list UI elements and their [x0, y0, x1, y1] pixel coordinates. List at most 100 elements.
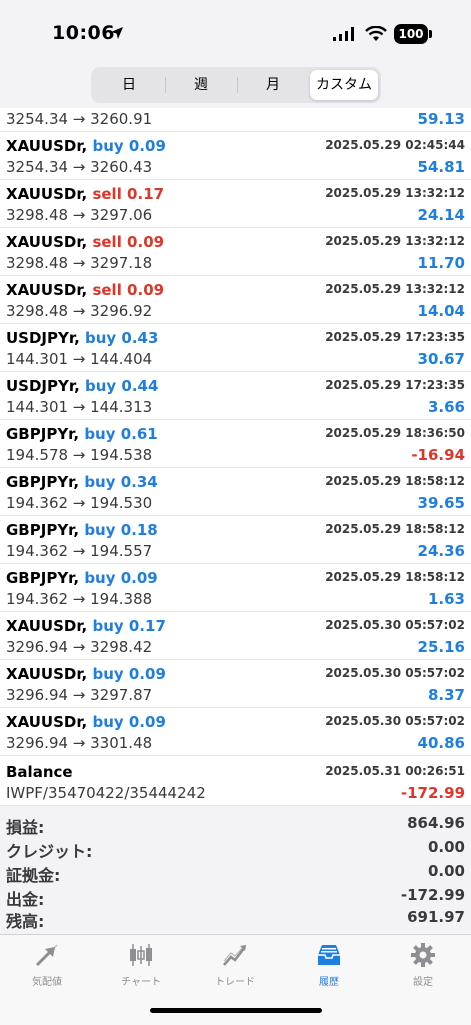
timestamp: 2025.05.29 18:36:50 — [325, 426, 465, 440]
profit-value: -16.94 — [411, 446, 465, 464]
side-label: buy 0.61 — [84, 425, 158, 443]
price-range: 194.362 → 194.388 — [6, 590, 153, 608]
profit-value: 39.65 — [417, 494, 465, 512]
list-item[interactable]: GBPJPYr, buy 0.61 2025.05.29 18:36:50 19… — [0, 420, 471, 468]
balance-label: Balance — [6, 763, 73, 781]
symbol-label: GBPJPYr, buy 0.61 — [6, 425, 158, 443]
side-label: buy 0.34 — [84, 473, 158, 491]
summary-label: 残高: — [6, 912, 45, 931]
profit-value: 14.04 — [417, 302, 465, 320]
side-label: buy 0.09 — [92, 137, 166, 155]
symbol-label: GBPJPYr, buy 0.09 — [6, 569, 158, 587]
timestamp: 2025.05.29 02:45:44 — [325, 138, 465, 152]
timestamp: 2025.05.29 13:32:12 — [325, 186, 465, 200]
symbol-label: GBPJPYr, buy 0.18 — [6, 521, 158, 539]
segment-custom[interactable]: カスタム — [310, 70, 378, 100]
list-item[interactable]: GBPJPYr, buy 0.18 2025.05.29 18:58:12 19… — [0, 516, 471, 564]
list-item[interactable]: XAUUSDr, buy 0.09 2025.05.30 05:57:02 32… — [0, 660, 471, 708]
price-range: 3254.34 → 3260.43 — [6, 158, 153, 176]
tab-quotes[interactable]: 気配値 — [0, 941, 94, 995]
profit-value: 3.66 — [427, 398, 465, 416]
timestamp: 2025.05.29 17:23:35 — [325, 330, 465, 344]
location-arrow-icon — [111, 27, 123, 39]
summary-label: 出金: — [6, 890, 45, 909]
quotes-icon — [35, 944, 58, 967]
side-label: buy 0.09 — [84, 569, 158, 587]
tab-label: 設定 — [413, 977, 433, 988]
summary-value: 0.00 — [427, 838, 465, 856]
list-item[interactable]: XAUUSDr, sell 0.09 2025.05.29 13:32:12 3… — [0, 276, 471, 324]
summary-label: クレジット: — [6, 842, 93, 861]
profit-value: 54.81 — [417, 158, 465, 176]
price-range: 3296.94 → 3301.48 — [6, 734, 153, 752]
list-item[interactable]: XAUUSDr, buy 0.09 2025.05.30 05:57:02 32… — [0, 708, 471, 756]
timestamp: 2025.05.29 17:23:35 — [325, 378, 465, 392]
side-label: buy 0.44 — [85, 377, 159, 395]
profit-value: 24.36 — [417, 542, 465, 560]
summary-value: 864.96 — [407, 814, 465, 832]
status-time: 10:06 — [52, 22, 115, 44]
list-item[interactable]: XAUUSDr, sell 0.09 2025.05.29 13:32:12 3… — [0, 228, 471, 276]
period-segmented-control: 日 週 月 カスタム — [91, 67, 381, 103]
status-bar: 10:06 100 — [0, 0, 471, 58]
list-item[interactable]: GBPJPYr, buy 0.09 2025.05.29 18:58:12 19… — [0, 564, 471, 612]
list-item[interactable]: XAUUSDr, buy 0.09 2025.05.29 02:45:44 32… — [0, 132, 471, 180]
chart-icon — [130, 944, 152, 966]
profit-value: 24.14 — [417, 206, 465, 224]
segment-month[interactable]: 月 — [238, 70, 308, 100]
tab-settings[interactable]: 設定 — [376, 941, 470, 995]
price-range: 144.301 → 144.404 — [6, 350, 153, 368]
side-label: buy 0.09 — [92, 713, 166, 731]
summary-deposit: 証拠金: 0.00 — [0, 862, 471, 886]
profit-value: -172.99 — [400, 784, 465, 802]
timestamp: 2025.05.29 18:58:12 — [325, 522, 465, 536]
summary-profit: 損益: 864.96 — [0, 814, 471, 838]
summary-credit: クレジット: 0.00 — [0, 838, 471, 862]
history-icon — [318, 945, 340, 965]
summary-label: 証拠金: — [6, 866, 61, 885]
tab-history[interactable]: 履歴 — [282, 941, 376, 995]
list-item[interactable]: USDJPYr, buy 0.43 2025.05.29 17:23:35 14… — [0, 324, 471, 372]
profit-value: 59.13 — [417, 110, 465, 128]
symbol-label: USDJPYr, buy 0.43 — [6, 329, 159, 347]
profit-value: 40.86 — [417, 734, 465, 752]
list-item[interactable]: USDJPYr, buy 0.44 2025.05.29 17:23:35 14… — [0, 372, 471, 420]
timestamp: 2025.05.30 05:57:02 — [325, 714, 465, 728]
price-range: 3298.48 → 3297.06 — [6, 206, 153, 224]
balance-row[interactable]: Balance 2025.05.31 00:26:51 IWPF/3547042… — [0, 758, 471, 806]
timestamp: 2025.05.29 18:58:12 — [325, 474, 465, 488]
price-range: 3254.34 → 3260.91 — [6, 110, 153, 128]
timestamp: 2025.05.29 13:32:12 — [325, 282, 465, 296]
timestamp: 2025.05.31 00:26:51 — [325, 764, 465, 778]
timestamp: 2025.05.29 18:58:12 — [325, 570, 465, 584]
battery-tip — [429, 30, 432, 38]
tab-trade[interactable]: トレード — [188, 941, 282, 995]
timestamp: 2025.05.30 05:57:02 — [325, 666, 465, 680]
side-label: buy 0.43 — [85, 329, 159, 347]
summary-balance: 残高: 691.97 — [0, 908, 471, 932]
side-label: buy 0.09 — [92, 665, 166, 683]
symbol-label: XAUUSDr, sell 0.09 — [6, 233, 165, 251]
price-range: 194.362 → 194.557 — [6, 542, 153, 560]
side-label: buy 0.17 — [92, 617, 166, 635]
symbol-label: XAUUSDr, buy 0.17 — [6, 617, 166, 635]
settings-icon — [411, 943, 435, 967]
timestamp: 2025.05.29 13:32:12 — [325, 234, 465, 248]
tab-label: トレード — [215, 977, 255, 988]
battery-indicator: 100 — [394, 24, 428, 44]
list-item[interactable]: GBPJPYr, buy 0.34 2025.05.29 18:58:12 19… — [0, 468, 471, 516]
symbol-label: USDJPYr, buy 0.44 — [6, 377, 159, 395]
segment-day[interactable]: 日 — [94, 70, 164, 100]
timestamp: 2025.05.30 05:57:02 — [325, 618, 465, 632]
list-item[interactable]: XAUUSDr, sell 0.17 2025.05.29 13:32:12 3… — [0, 180, 471, 228]
segment-week[interactable]: 週 — [166, 70, 236, 100]
list-item[interactable]: 3254.34 → 3260.91 59.13 — [0, 108, 471, 132]
wifi-icon — [365, 26, 387, 41]
summary-label: 損益: — [6, 818, 45, 837]
list-item[interactable]: XAUUSDr, buy 0.17 2025.05.30 05:57:02 32… — [0, 612, 471, 660]
price-range: 194.578 → 194.538 — [6, 446, 153, 464]
symbol-label: XAUUSDr, buy 0.09 — [6, 665, 166, 683]
home-indicator — [150, 1008, 322, 1013]
tab-chart[interactable]: チャート — [94, 941, 188, 995]
balance-comment: IWPF/35470422/35444242 — [6, 784, 206, 802]
